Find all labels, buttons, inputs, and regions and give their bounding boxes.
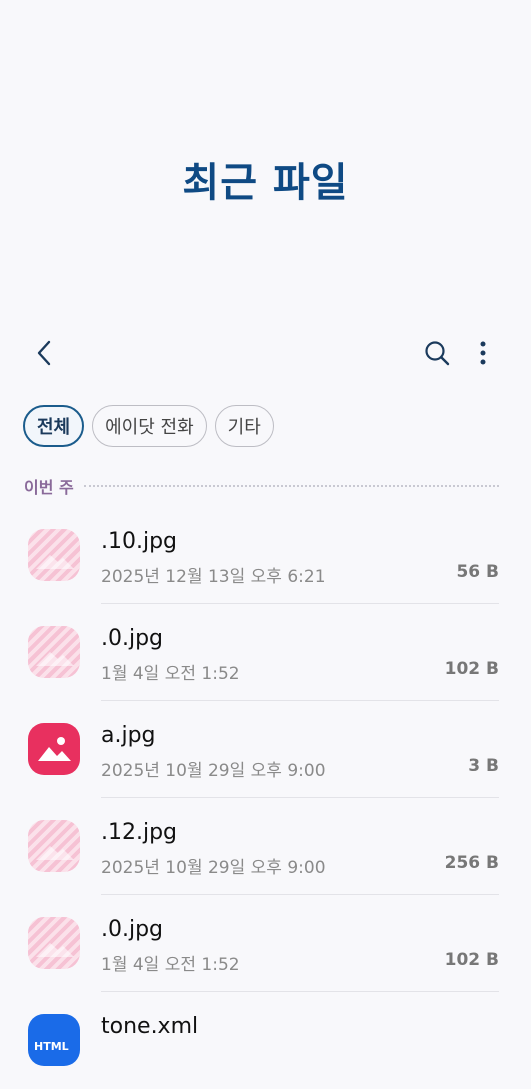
- filter-chips: 전체 에이닷 전화 기타: [23, 405, 274, 447]
- image-icon: [28, 723, 80, 775]
- more-vertical-icon: [480, 341, 486, 365]
- image-faded-icon: [28, 917, 80, 969]
- file-date: 2025년 12월 13일 오후 6:21: [101, 567, 326, 587]
- filter-chip-adot-call[interactable]: 에이닷 전화: [92, 405, 207, 447]
- file-size: 102 B: [444, 950, 499, 970]
- file-name: .10.jpg: [101, 529, 178, 554]
- list-item[interactable]: .0.jpg 1월 4일 오전 1:52 102 B: [0, 604, 531, 701]
- file-size: 256 B: [444, 853, 499, 873]
- filter-chip-all[interactable]: 전체: [23, 405, 85, 447]
- list-item[interactable]: .0.jpg 1월 4일 오전 1:52 102 B: [0, 895, 531, 992]
- file-list: .10.jpg 2025년 12월 13일 오후 6:21 56 B .0.jp…: [0, 507, 531, 1089]
- chevron-left-icon: [37, 340, 51, 366]
- page-title: 최근 파일: [182, 160, 349, 206]
- back-button[interactable]: [28, 336, 62, 370]
- list-item[interactable]: .12.jpg 2025년 10월 29일 오후 9:00 256 B: [0, 798, 531, 895]
- list-item[interactable]: a.jpg 2025년 10월 29일 오후 9:00 3 B: [0, 701, 531, 798]
- file-name: .12.jpg: [101, 820, 178, 845]
- section-header: 이번 주: [24, 474, 499, 498]
- file-date: 2025년 10월 29일 오후 9:00: [101, 761, 326, 781]
- more-options-button[interactable]: [468, 336, 498, 370]
- section-label: 이번 주: [24, 478, 74, 497]
- file-size: 3 B: [468, 756, 499, 776]
- file-name: tone.xml: [101, 1014, 199, 1039]
- search-icon: [425, 341, 450, 366]
- file-date: 2025년 10월 29일 오후 9:00: [101, 858, 326, 878]
- filter-chip-other[interactable]: 기타: [214, 405, 274, 447]
- image-faded-icon: [28, 529, 80, 581]
- file-size: 102 B: [444, 659, 499, 679]
- search-button[interactable]: [420, 336, 454, 370]
- list-item[interactable]: HTML tone.xml: [0, 992, 531, 1089]
- list-item[interactable]: .10.jpg 2025년 12월 13일 오후 6:21 56 B: [0, 507, 531, 604]
- file-size: 56 B: [456, 562, 499, 582]
- file-name: .0.jpg: [101, 917, 164, 942]
- html-file-icon: HTML: [28, 1014, 80, 1066]
- image-faded-icon: [28, 626, 80, 678]
- file-name: .0.jpg: [101, 626, 164, 651]
- file-name: a.jpg: [101, 723, 156, 748]
- section-divider: [83, 485, 499, 487]
- html-icon-label: HTML: [34, 1040, 69, 1053]
- image-faded-icon: [28, 820, 80, 872]
- file-date: 1월 4일 오전 1:52: [101, 664, 240, 684]
- file-date: 1월 4일 오전 1:52: [101, 955, 240, 975]
